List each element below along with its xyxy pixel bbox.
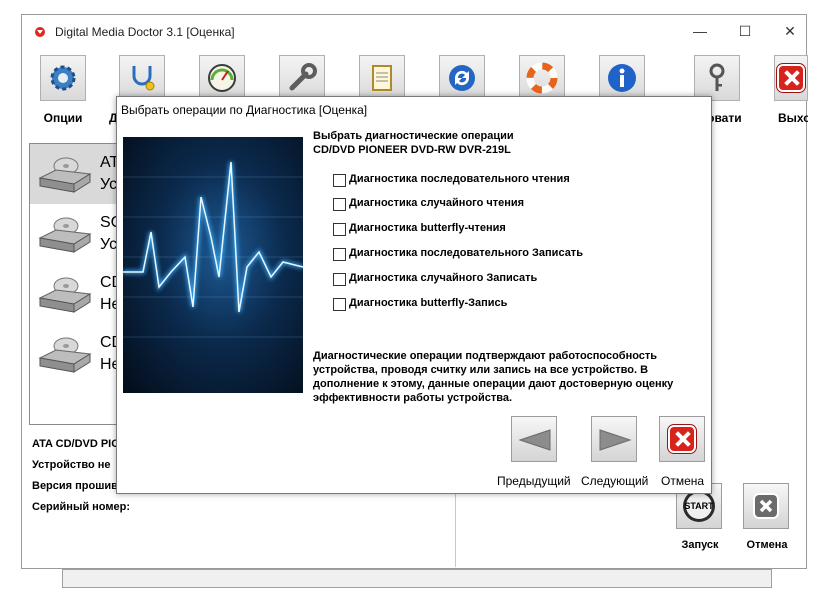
dialog-heading: Выбрать диагностические операции CD/DVD … [313,129,514,157]
device-status: Ус [100,236,118,253]
option-label: Диагностика последовательного чтения [349,173,570,185]
dialog-cancel-label: Отмена [661,474,705,488]
checkbox[interactable] [333,223,346,236]
optical-drive-icon [38,217,92,253]
lifebuoy-icon [519,55,565,101]
next-button[interactable] [591,416,637,462]
report-icon [359,55,405,101]
previous-label: Предыдущий [497,474,571,488]
cancel-icon [753,493,779,519]
checkbox[interactable] [333,198,346,211]
previous-button[interactable] [511,416,557,462]
info-icon [599,55,645,101]
maximize-button[interactable]: ☐ [729,21,761,41]
main-cancel-label: Отмена [746,539,788,551]
gear-icon [40,55,86,101]
device-state: Устройство не [32,459,111,471]
option-label: Диагностика случайного Записать [349,272,538,284]
checkbox[interactable] [333,174,346,187]
optical-drive-icon [38,277,92,313]
title-bar: Digital Media Doctor 3.1 [Оценка] — ☐ ✕ [22,15,806,47]
red-x-icon [777,64,805,92]
refresh-icon [439,55,485,101]
toolbar-exit[interactable]: Выхо [762,55,808,131]
option-label: Диагностика случайного чтения [349,197,525,209]
minimize-button[interactable]: — [684,21,716,41]
start-label: Запуск [681,539,719,551]
toolbar-label: Выхо [778,111,808,125]
dialog-description: Диагностические операции подтверждают ра… [313,350,674,404]
red-x-icon [668,425,696,453]
device-list[interactable]: ATA Ус SC Ус CD Не CD Не [29,143,121,425]
wrench-icon [279,55,325,101]
arrow-right-icon [599,429,632,451]
gauge-icon [199,55,245,101]
option-label: Диагностика последовательного Записать [349,247,583,259]
device-item[interactable]: ATA Ус [30,144,120,204]
window-title: Digital Media Doctor 3.1 [Оценка] [55,25,235,39]
main-cancel-button[interactable] [743,483,789,529]
status-bar [62,569,772,588]
option-label: Диагностика butterfly-чтения [349,222,506,234]
checkbox[interactable] [333,248,346,261]
toolbar-options[interactable]: Опции [28,55,98,131]
dialog-heading-text: Выбрать диагностические операции [313,130,514,142]
optical-drive-icon [38,157,92,193]
device-item[interactable]: CD Не [30,324,120,384]
close-button[interactable]: ✕ [774,21,806,41]
start-glyph-text: START [684,501,714,511]
option-label: Диагностика butterfly-Запись [349,297,508,309]
optical-drive-icon [38,337,92,373]
firmware-version: Версия прошив [32,480,118,492]
app-logo-icon [35,27,45,37]
dialog-title: Выбрать операции по Диагностика [Оценка] [121,103,368,117]
device-status: Ус [100,176,118,193]
checkbox[interactable] [333,273,346,286]
heartbeat-image [123,137,303,393]
toolbar-label: Опции [43,111,83,125]
device-model: ATA CD/DVD PIO [32,438,120,450]
next-label: Следующий [581,474,649,488]
serial-number: Серийный номер: [32,501,131,513]
device-item[interactable]: CD Не [30,264,120,324]
key-icon [694,55,740,101]
checkbox[interactable] [333,298,346,311]
arrow-left-icon [518,429,551,451]
exit-icon [774,55,808,101]
dialog-cancel-button[interactable] [659,416,705,462]
diagnostics-dialog: Выбрать операции по Диагностика [Оценка]… [116,96,712,494]
selected-device: CD/DVD PIONEER DVD-RW DVR-219L [313,144,511,156]
device-item[interactable]: SC Ус [30,204,120,264]
stethoscope-icon [119,55,165,101]
